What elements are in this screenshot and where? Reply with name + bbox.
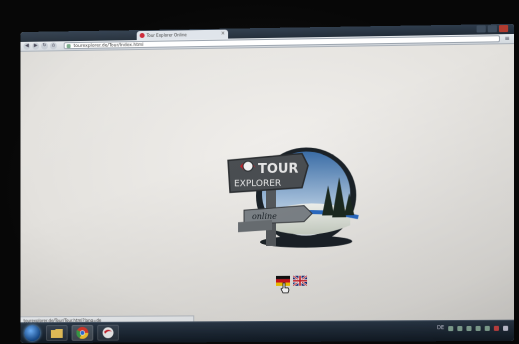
close-window-button[interactable]: [498, 24, 509, 33]
system-tray: DE: [437, 325, 509, 331]
logo-text-tour: TOUR: [258, 162, 299, 178]
windows-taskbar: DE: [20, 319, 515, 344]
tab-title: Tour Explorer Online: [146, 32, 187, 38]
home-button[interactable]: ⌂: [49, 42, 57, 50]
logo-text-online: online: [252, 212, 277, 221]
tray-clock-icon[interactable]: [503, 325, 509, 331]
back-button[interactable]: ◀: [23, 42, 31, 50]
app-red-icon: [102, 327, 114, 339]
tray-volume-icon[interactable]: [475, 325, 481, 331]
hand-cursor-icon: [280, 282, 290, 294]
chrome-icon: [76, 326, 89, 339]
forward-button[interactable]: ▶: [32, 42, 40, 50]
tray-arrow-icon[interactable]: [448, 325, 454, 331]
flag-uk-icon[interactable]: [293, 275, 308, 286]
taskbar-app-button[interactable]: [97, 324, 119, 341]
tray-battery-icon[interactable]: [484, 325, 490, 331]
tray-app-icon[interactable]: [493, 325, 499, 331]
favicon-icon: [139, 32, 145, 39]
maximize-button[interactable]: [487, 25, 497, 33]
window-controls: [476, 24, 509, 33]
folder-icon: [50, 328, 63, 338]
monitor-screen: Tour Explorer Online × ◀ ▶ ↻ ⌂ tourexplo…: [20, 23, 515, 344]
tray-network-icon[interactable]: [466, 325, 472, 331]
compass-icon: [242, 160, 254, 172]
tab-close-icon[interactable]: ×: [221, 30, 225, 39]
tour-explorer-logo[interactable]: TOUR EXPLORER online: [208, 125, 368, 257]
taskbar-explorer-button[interactable]: [46, 325, 68, 341]
tray-flag-icon[interactable]: [457, 325, 463, 331]
minimize-button[interactable]: [476, 25, 486, 33]
reload-button[interactable]: ↻: [41, 42, 48, 50]
keyboard-language-indicator[interactable]: DE: [437, 325, 444, 331]
taskbar-chrome-button[interactable]: [71, 324, 94, 341]
page-icon: [66, 44, 71, 49]
wrench-menu-icon[interactable]: ≡: [503, 35, 511, 42]
logo-text-explorer: EXPLORER: [234, 179, 281, 190]
address-bar-url: tourexplorer.de/Tour/Index.html: [73, 42, 144, 50]
photo-frame: Tour Explorer Online × ◀ ▶ ↻ ⌂ tourexplo…: [0, 0, 519, 344]
start-button[interactable]: [24, 325, 41, 342]
page-viewport: TOUR EXPLORER online: [20, 44, 515, 324]
